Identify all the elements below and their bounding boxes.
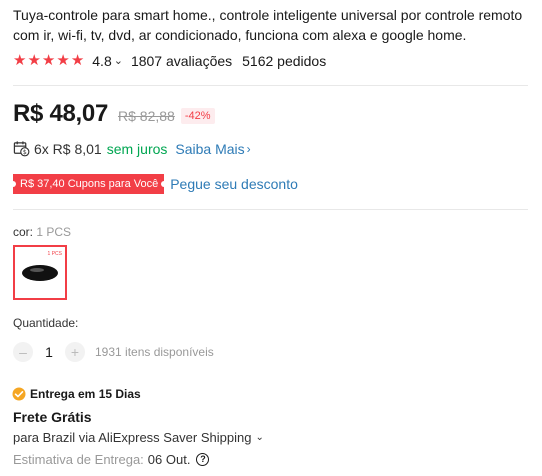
variant-label: cor: bbox=[13, 225, 34, 239]
star-icon: ★ bbox=[56, 52, 70, 69]
coupon-row: R$ 37,40 Cupons para Você Pegue seu desc… bbox=[9, 174, 298, 194]
variant-label-row: cor: 1 PCS bbox=[13, 225, 71, 239]
variant-selected-value: 1 PCS bbox=[36, 225, 72, 239]
star-icon: ★ bbox=[27, 52, 41, 69]
interest-free-label: sem juros bbox=[106, 140, 168, 157]
divider bbox=[13, 85, 528, 86]
price-row: R$ 48,07 R$ 82,88 -42% bbox=[13, 100, 215, 128]
coupon-badge: R$ 37,40 Cupons para Você bbox=[9, 174, 168, 194]
current-price: R$ 48,07 bbox=[13, 100, 109, 127]
original-price: R$ 82,88 bbox=[118, 108, 175, 124]
delivery-badge: Entrega em 15 Dias bbox=[11, 387, 141, 401]
variant-swatch[interactable]: 1 PCS bbox=[13, 245, 67, 300]
rating-value[interactable]: 4.8 bbox=[92, 53, 111, 69]
installments-row: $ 6x R$ 8,01 sem juros Saiba Mais › bbox=[13, 140, 251, 157]
chevron-down-icon[interactable]: ⌄ bbox=[114, 54, 123, 67]
chevron-right-icon[interactable]: › bbox=[247, 142, 251, 156]
svg-text:$: $ bbox=[23, 149, 27, 156]
get-discount-link[interactable]: Pegue seu desconto bbox=[170, 176, 298, 192]
help-icon[interactable]: ? bbox=[196, 453, 210, 466]
chevron-down-icon[interactable]: ⌄ bbox=[255, 432, 263, 443]
discount-badge: -42% bbox=[180, 108, 215, 124]
quantity-stepper: – 1 + 1931 itens disponíveis bbox=[13, 342, 214, 362]
star-rating: ★ ★ ★ ★ ★ bbox=[13, 53, 84, 69]
delivery-time: Entrega em 15 Dias bbox=[30, 387, 141, 401]
installment-amount: 6x R$ 8,01 bbox=[34, 140, 102, 157]
delivery-estimate-row: Estimativa de Entrega: 06 Out. ? bbox=[13, 452, 210, 467]
star-icon: ★ bbox=[70, 52, 85, 69]
delivery-truck-icon bbox=[12, 387, 26, 401]
saiba-mais-link[interactable]: Saiba Mais bbox=[175, 141, 244, 157]
divider bbox=[13, 209, 528, 210]
quantity-input[interactable]: 1 bbox=[33, 344, 65, 360]
estimate-date: 06 Out. bbox=[147, 452, 191, 467]
free-shipping-label: Frete Grátis bbox=[13, 409, 92, 425]
shipping-method-selector[interactable]: para Brazil via AliExpress Saver Shippin… bbox=[13, 430, 264, 445]
available-stock: 1931 itens disponíveis bbox=[95, 345, 214, 359]
calendar-money-icon: $ bbox=[13, 141, 30, 157]
star-icon: ★ bbox=[41, 52, 56, 69]
estimate-label: Estimativa de Entrega: bbox=[13, 452, 144, 467]
increase-quantity-button[interactable]: + bbox=[65, 342, 85, 362]
shipping-method[interactable]: para Brazil via AliExpress Saver Shippin… bbox=[13, 430, 251, 445]
star-icon: ★ bbox=[13, 52, 27, 69]
product-title: Tuya-controle para smart home., controle… bbox=[13, 7, 523, 43]
product-thumbnail bbox=[22, 265, 58, 281]
orders-count: 5162 pedidos bbox=[242, 53, 327, 69]
rating-row: ★ ★ ★ ★ ★ 4.8 ⌄ 1807 avaliações 5162 ped… bbox=[13, 52, 326, 70]
swatch-tag: 1 PCS bbox=[47, 251, 62, 257]
reviews-count[interactable]: 1807 avaliações bbox=[131, 53, 232, 69]
decrease-quantity-button[interactable]: – bbox=[13, 342, 33, 362]
quantity-label: Quantidade: bbox=[13, 316, 79, 330]
